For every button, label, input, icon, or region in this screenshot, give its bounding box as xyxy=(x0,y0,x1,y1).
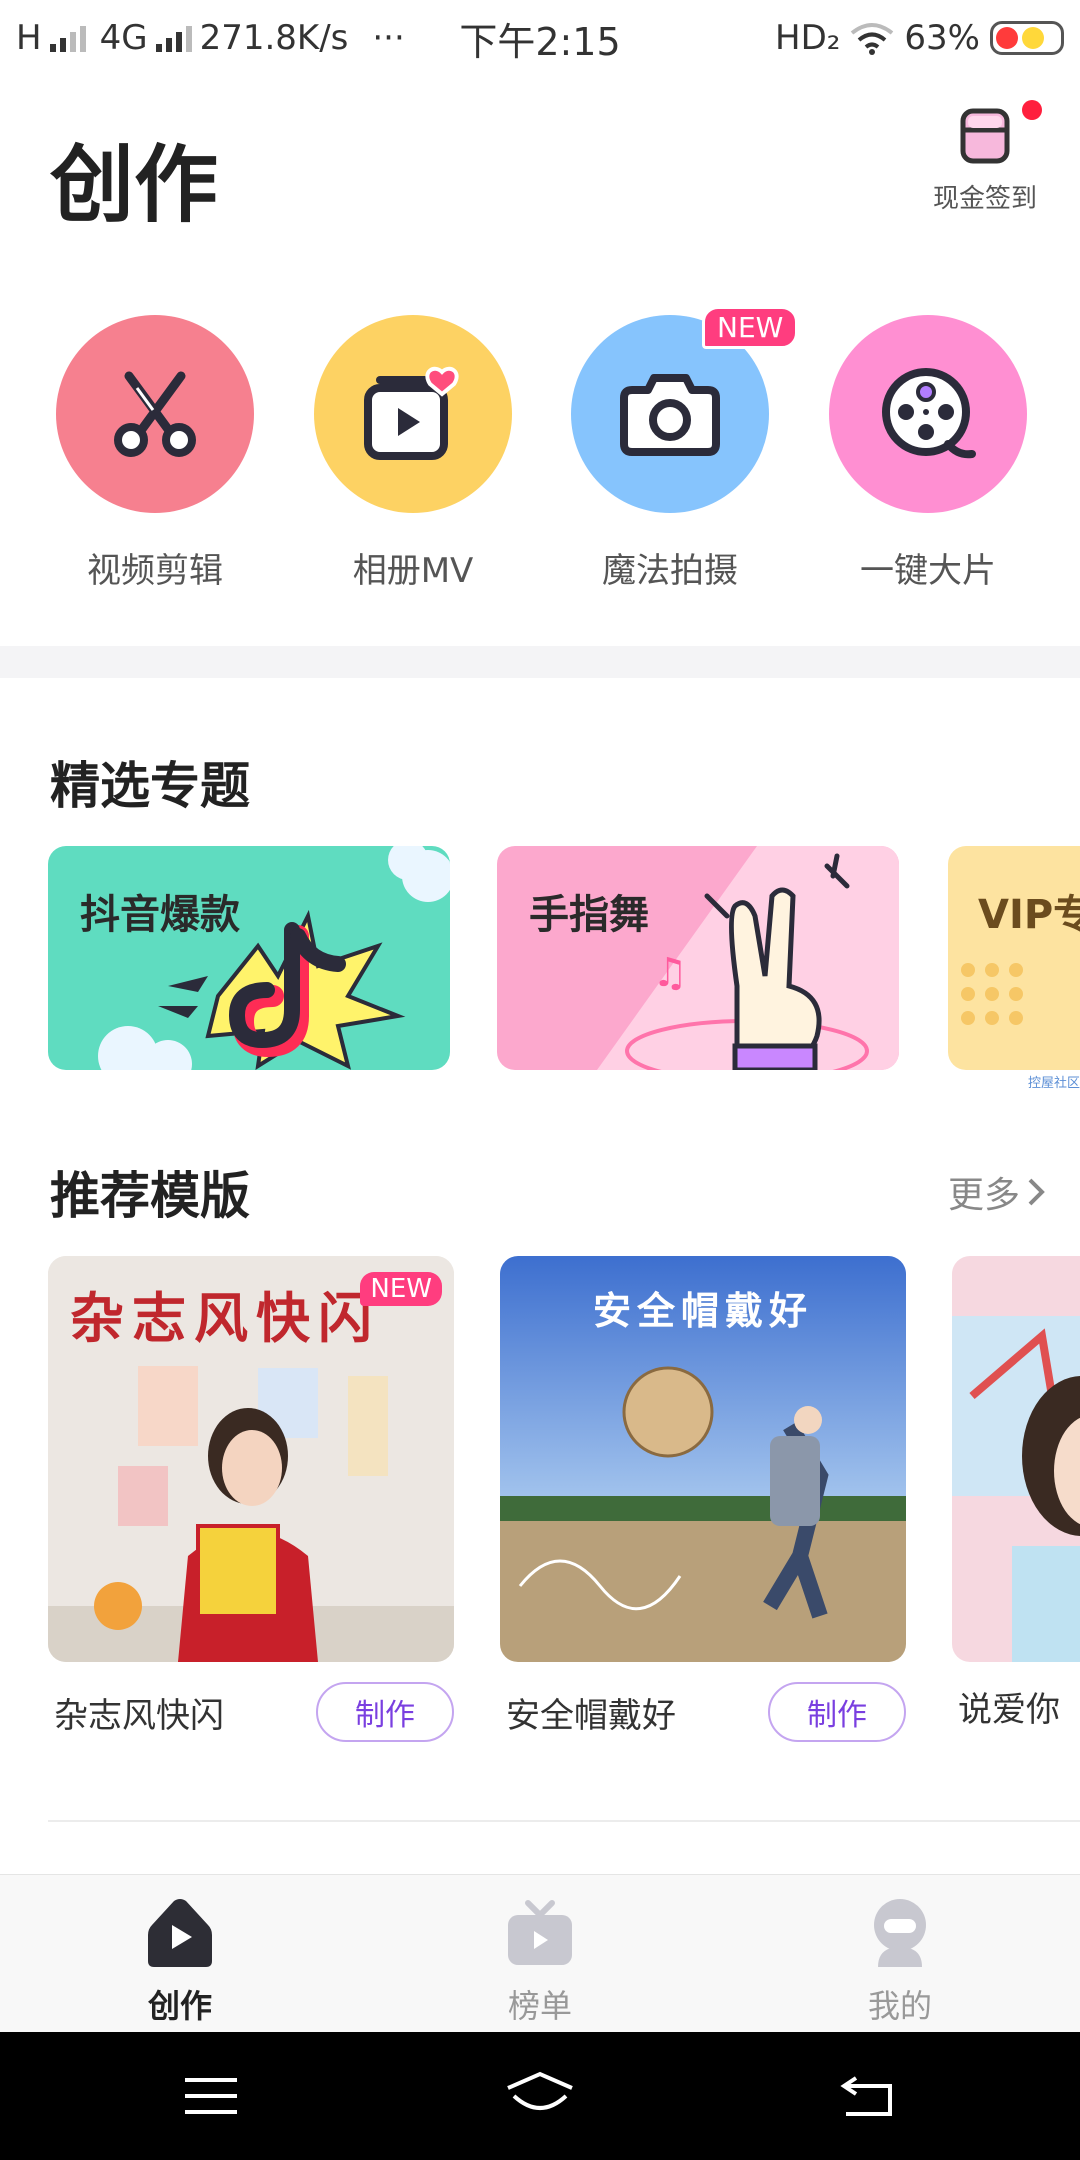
scissors-icon xyxy=(114,371,196,457)
chevron-right-icon xyxy=(1028,1178,1045,1206)
create-play-icon xyxy=(148,1899,212,1967)
more-label: 更多 xyxy=(947,1175,1020,1216)
back-icon[interactable] xyxy=(840,2074,896,2118)
featured-list: 抖音爆款 ♫ 手指舞 VIP专 xyxy=(0,846,1080,1072)
tool-label: 视频剪辑 xyxy=(87,551,223,591)
topic-card[interactable]: VIP专 xyxy=(948,846,1080,1070)
topic-name: 手指舞 xyxy=(529,892,649,938)
new-badge: NEW xyxy=(702,306,799,349)
nav-tab-charts[interactable]: 榜单 xyxy=(360,1875,720,2032)
template-title: 说爱你 xyxy=(958,1690,1060,1730)
topic-card[interactable]: 抖音爆款 xyxy=(48,846,450,1070)
template-image xyxy=(952,1256,1080,1662)
tool-circle xyxy=(56,315,254,513)
topic-name: 抖音爆款 xyxy=(80,892,240,938)
topic-art xyxy=(961,963,1023,1025)
bottom-nav: 创作 榜单 我的 xyxy=(0,1874,1080,2032)
home-icon[interactable] xyxy=(504,2070,576,2120)
template-card[interactable]: 安全帽戴好 安全帽戴好 制作 xyxy=(500,1256,906,1742)
template-card[interactable]: 说爱你 xyxy=(952,1256,1080,1731)
thumbnail-caption: 安全帽戴好 xyxy=(592,1289,813,1333)
album-play-icon xyxy=(364,366,459,460)
camera-icon xyxy=(620,374,720,456)
profile-icon xyxy=(874,1899,926,1967)
tool-one-click[interactable]: 一键大片 xyxy=(828,315,1028,592)
tool-circle xyxy=(829,315,1027,513)
content-divider xyxy=(48,1820,1080,1822)
nav-tab-create[interactable]: 创作 xyxy=(0,1875,360,2032)
tv-chart-icon xyxy=(508,1900,572,1965)
make-button[interactable]: 制作 xyxy=(768,1682,906,1742)
tool-album-mv[interactable]: 相册MV xyxy=(313,315,513,592)
tool-magic-shoot[interactable]: 魔法拍摄 xyxy=(570,315,770,592)
featured-title: 精选专题 xyxy=(50,757,250,815)
thumbnail-caption: 杂志风快闪 xyxy=(70,1286,380,1350)
notification-dot xyxy=(1022,100,1042,120)
make-button[interactable]: 制作 xyxy=(316,1682,454,1742)
topic-card[interactable]: ♫ 手指舞 xyxy=(497,846,899,1070)
status-time: 下午2:15 xyxy=(459,19,621,64)
page-title: 创作 xyxy=(50,136,219,234)
menu-icon[interactable] xyxy=(183,2074,239,2118)
template-thumbnail[interactable] xyxy=(952,1256,1080,1662)
nav-tab-mine[interactable]: 我的 xyxy=(720,1875,1080,2032)
tool-circle xyxy=(314,315,512,513)
more-link[interactable]: 更多 xyxy=(948,1166,1048,1218)
template-card[interactable]: 杂志风快闪 NEW 杂志风快闪 制作 xyxy=(48,1256,454,1742)
tool-video-edit[interactable]: 视频剪辑 xyxy=(55,315,255,592)
topic-art: ♫ xyxy=(597,846,899,1070)
template-meta: 说爱你 xyxy=(952,1682,1080,1731)
topic-name: VIP专 xyxy=(978,892,1080,938)
checkin-icon xyxy=(960,108,1010,164)
topic-art xyxy=(98,846,450,1070)
tool-label: 相册MV xyxy=(352,551,474,591)
tool-label: 魔法拍摄 xyxy=(602,551,738,591)
template-thumbnail[interactable]: 安全帽戴好 xyxy=(500,1256,906,1662)
new-badge: NEW xyxy=(360,1272,442,1306)
template-meta: 杂志风快闪 制作 xyxy=(48,1682,454,1742)
template-title: 安全帽戴好 xyxy=(506,1695,676,1736)
nav-label: 我的 xyxy=(867,1987,932,2025)
recommended-title: 推荐模版 xyxy=(50,1167,250,1225)
system-nav-bar xyxy=(0,2032,1080,2160)
template-title: 杂志风快闪 xyxy=(54,1695,224,1736)
template-meta: 安全帽戴好 制作 xyxy=(500,1682,906,1742)
nav-label: 榜单 xyxy=(507,1987,572,2025)
nav-label: 创作 xyxy=(147,1987,212,2025)
template-thumbnail[interactable]: 杂志风快闪 NEW xyxy=(48,1256,454,1662)
template-list: 杂志风快闪 NEW 杂志风快闪 制作 安全帽戴好 安全帽戴好 制作 说爱你 xyxy=(0,1256,1080,1756)
section-divider xyxy=(0,646,1080,678)
film-reel-icon xyxy=(882,368,976,459)
watermark: 控屋社区 xyxy=(1027,1076,1080,1091)
cash-checkin-button[interactable]: 现金签到 xyxy=(920,100,1050,215)
status-bar: H 4G 271.8K/s ··· 下午2:15 HD₂ 63% xyxy=(0,0,1080,76)
checkin-label: 现金签到 xyxy=(932,184,1037,214)
tool-label: 一键大片 xyxy=(860,551,996,591)
svg-text:♫: ♫ xyxy=(652,950,688,996)
